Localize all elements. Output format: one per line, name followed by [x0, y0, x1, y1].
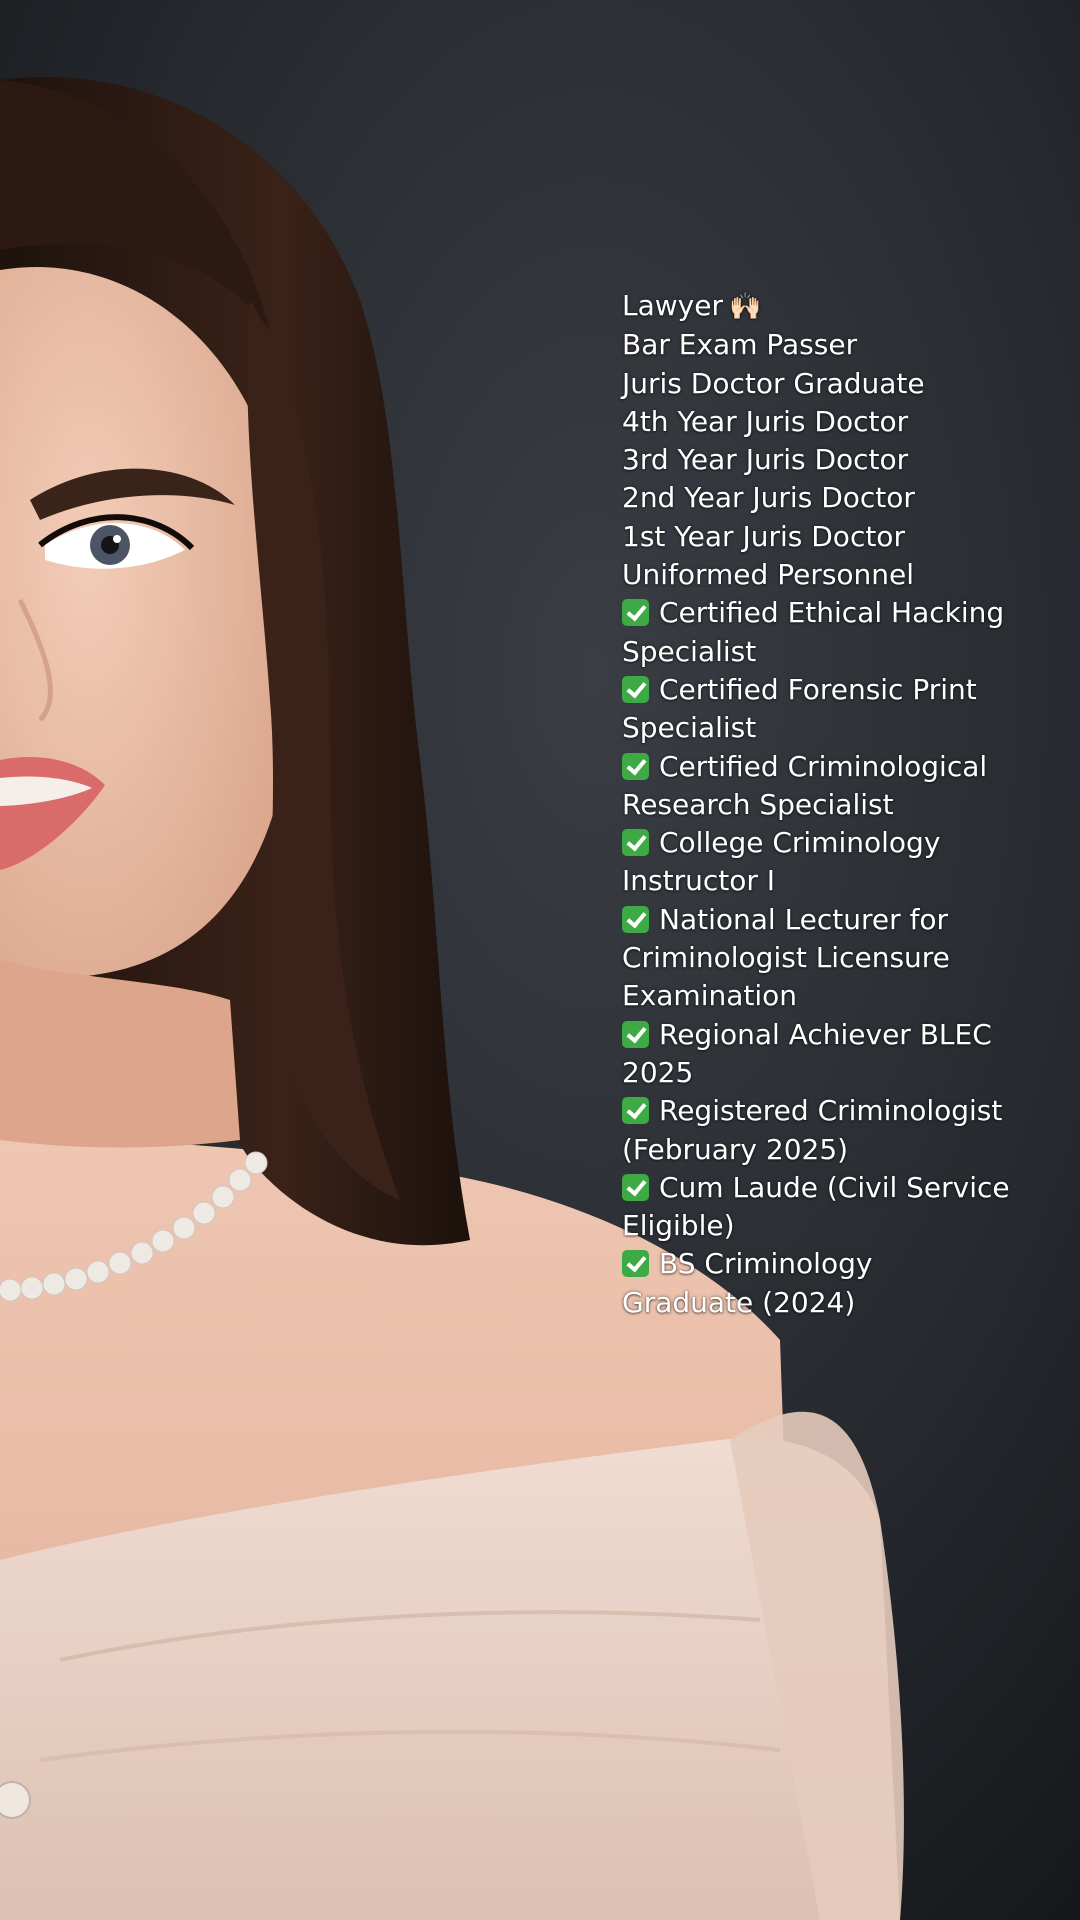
checked-item-text: Certified Criminological Research Specia…: [622, 749, 988, 821]
credential-line: Juris Doctor Graduate: [622, 366, 925, 400]
check-mark-button-icon: [622, 1173, 649, 1201]
checked-item-text: BS Criminology Graduate (2024): [622, 1247, 873, 1319]
check-mark-button-icon: [622, 905, 649, 933]
credential-line: Bar Exam Passer: [622, 328, 858, 362]
credential-line: 3rd Year Juris Doctor: [622, 443, 909, 477]
checked-item: National Lecturer for Criminologist Lice…: [622, 901, 1012, 1016]
checked-item-text: Certified Forensic Print Specialist: [622, 672, 977, 745]
check-mark-button-icon: [622, 1250, 649, 1278]
checked-item: Regional Achiever BLEC 2025: [622, 1016, 1012, 1093]
title-text: Lawyer: [622, 289, 723, 322]
title-line: Lawyer 🙌🏻: [622, 287, 1022, 326]
checked-item-text: Cum Laude (Civil Service Eligible): [622, 1170, 1010, 1243]
check-mark-button-icon: [622, 599, 649, 627]
credential-line: 2nd Year Juris Doctor: [622, 481, 915, 515]
checked-item: BS Criminology Graduate (2024): [622, 1245, 1012, 1322]
check-mark-button-icon: [622, 675, 649, 703]
checked-item-text: Certified Ethical Hacking Specialist: [622, 596, 1005, 668]
checked-item: Registered Criminologist (February 2025): [622, 1092, 1012, 1169]
achievements-overlay: Lawyer 🙌🏻 Bar Exam Passer Juris Doctor Gr…: [622, 287, 1022, 1322]
checked-item-text: National Lecturer for Criminologist Lice…: [622, 902, 950, 1013]
checked-item-text: Registered Criminologist (February 2025): [622, 1094, 1003, 1166]
checked-item: College Criminology Instructor I: [622, 824, 1012, 901]
check-mark-button-icon: [622, 1097, 649, 1125]
checked-item: Certified Criminological Research Specia…: [622, 748, 1012, 825]
credential-line: 4th Year Juris Doctor: [622, 404, 909, 438]
checked-item: Certified Ethical Hacking Specialist: [622, 594, 1012, 671]
checked-item: Certified Forensic Print Specialist: [622, 671, 1012, 748]
check-mark-button-icon: [622, 829, 649, 857]
check-mark-button-icon: [622, 1020, 649, 1048]
checked-item-text: Regional Achiever BLEC 2025: [622, 1017, 992, 1089]
credential-line: Uniformed Personnel: [622, 558, 915, 592]
checked-item: Cum Laude (Civil Service Eligible): [622, 1169, 1012, 1246]
checked-item-text: College Criminology Instructor I: [622, 826, 941, 898]
credential-line: 1st Year Juris Doctor: [622, 519, 905, 553]
story-screen: Lawyer 🙌🏻 Bar Exam Passer Juris Doctor Gr…: [0, 0, 1080, 1920]
check-mark-button-icon: [622, 752, 649, 780]
raising-hands-icon: 🙌🏻: [728, 292, 762, 322]
